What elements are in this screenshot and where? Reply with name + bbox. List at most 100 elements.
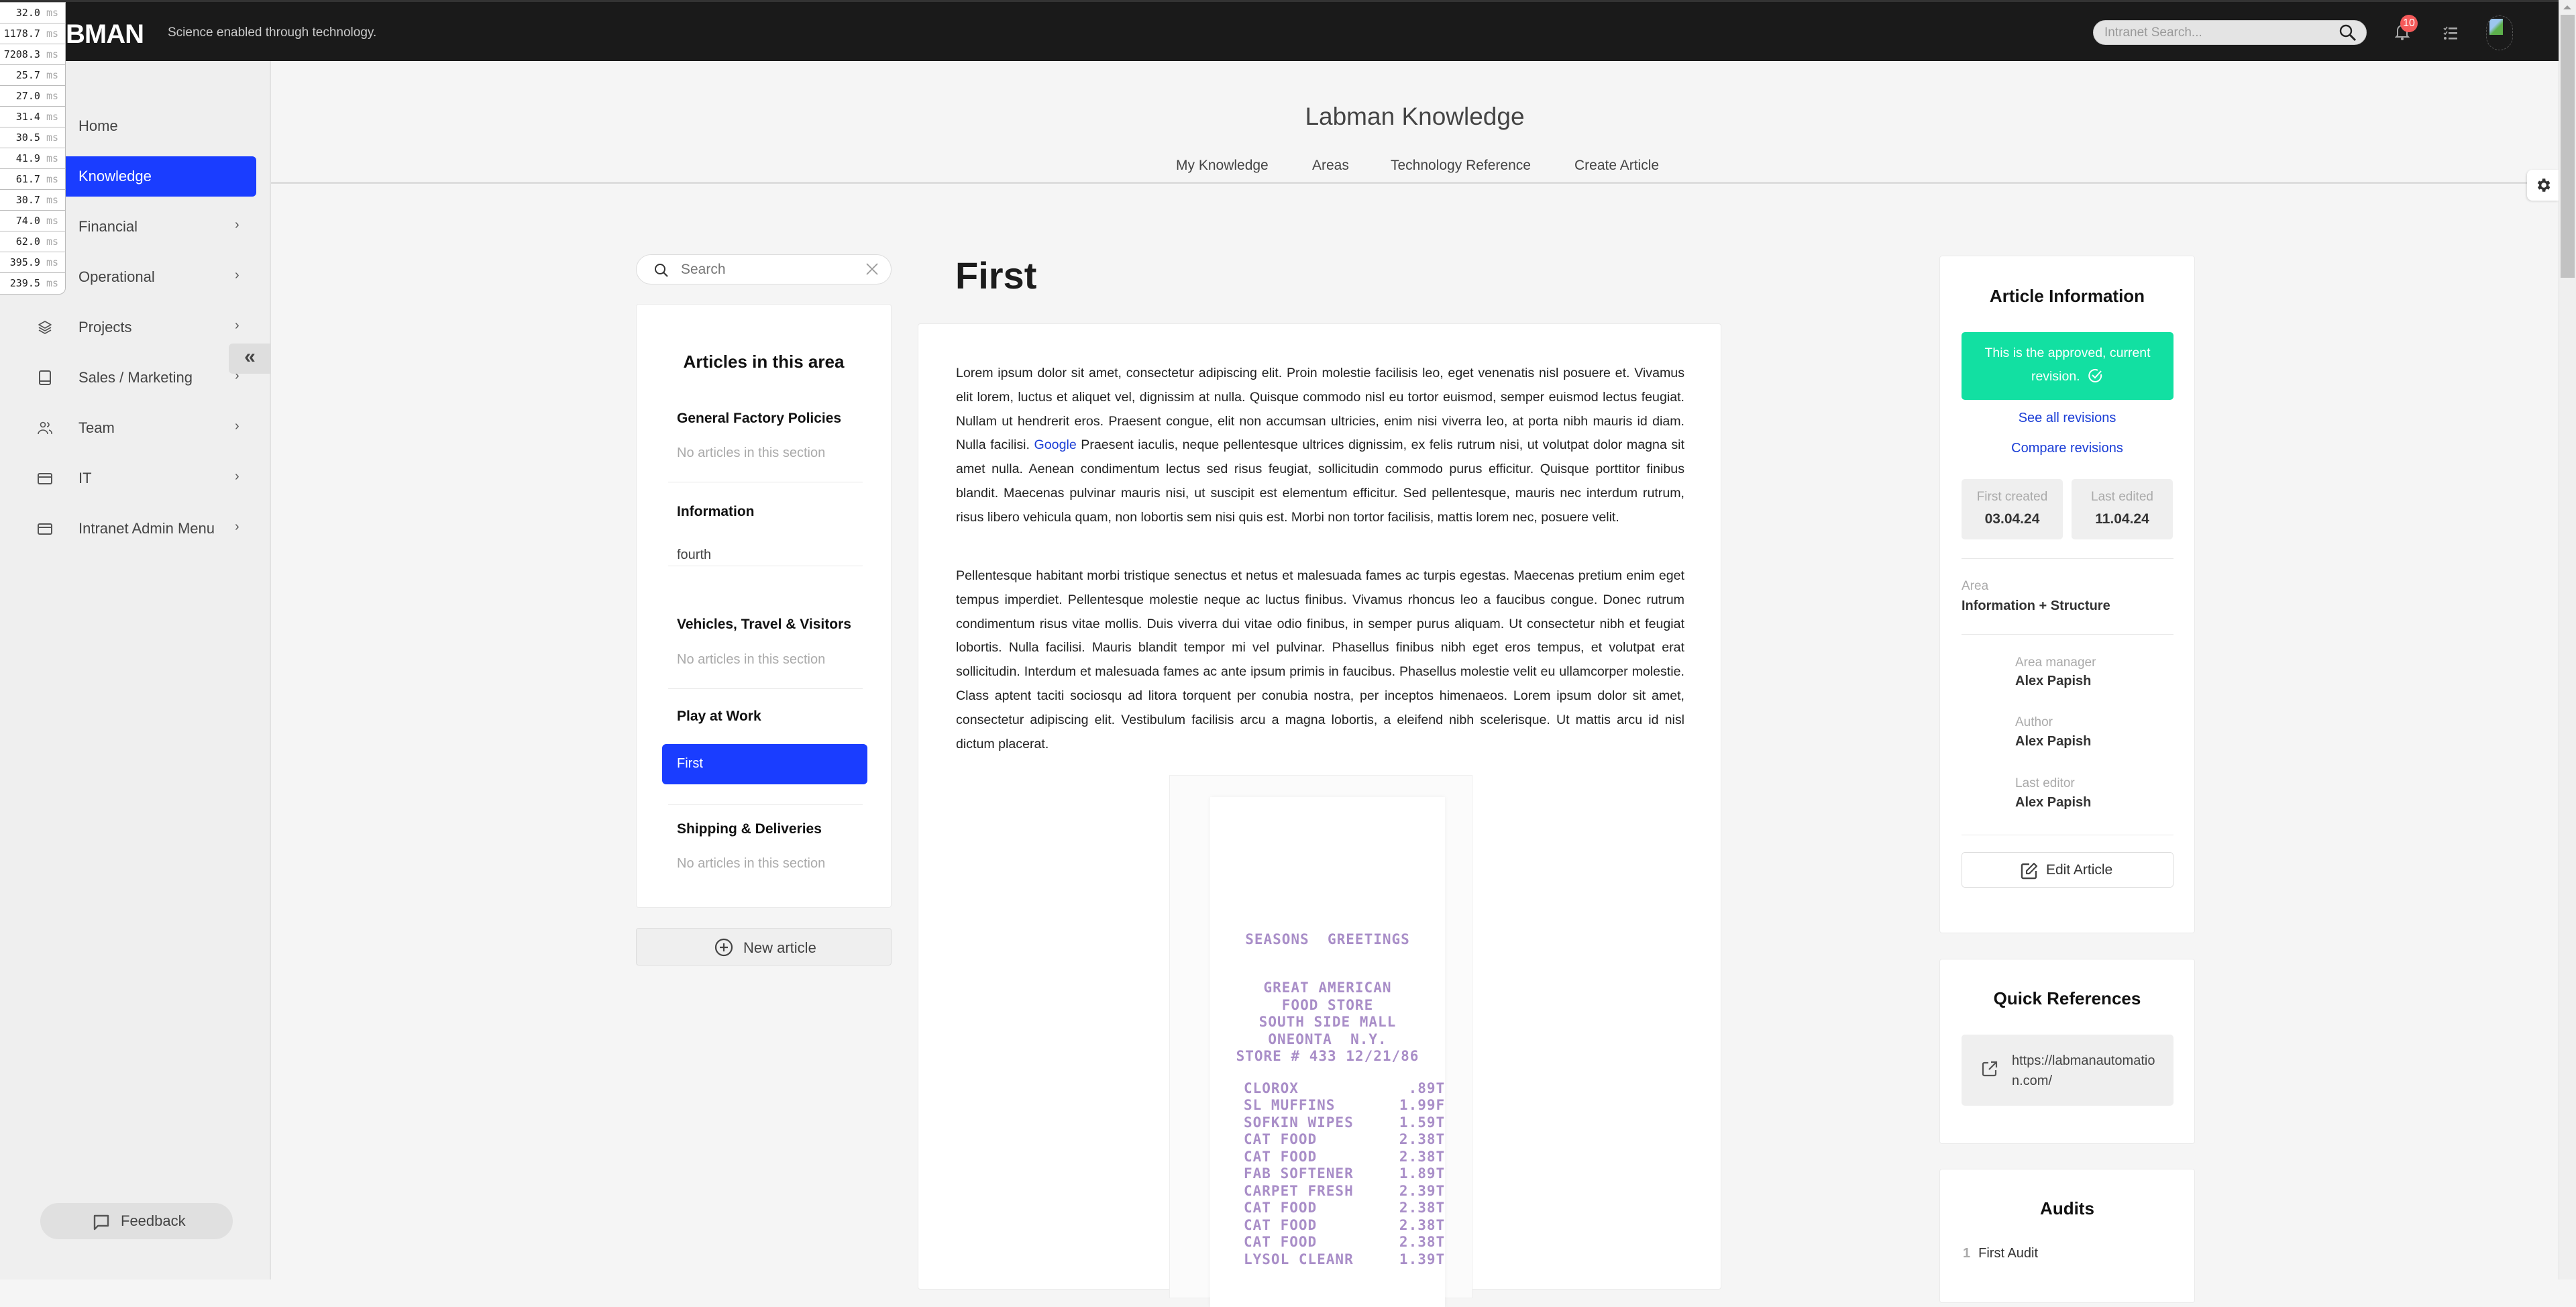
tab-create-article[interactable]: Create Article	[1574, 158, 1659, 174]
audits-panel: Audits 1 First Audit	[1939, 1169, 2195, 1303]
section-title: Vehicles, Travel & Visitors	[677, 617, 851, 632]
article-search[interactable]	[636, 254, 892, 284]
clear-icon[interactable]	[865, 262, 879, 280]
scrollbar-thumb[interactable]	[2561, 15, 2575, 278]
section-empty-text: No articles in this section	[677, 856, 826, 871]
receipt-line: CAT FOOD 2.38T	[1244, 1216, 1446, 1233]
section-title: Shipping & Deliveries	[677, 821, 822, 837]
article-title: First	[955, 254, 1037, 297]
receipt-line: CAT FOOD 2.38T	[1244, 1234, 1446, 1250]
perf-timing-row: 74.0 ms	[0, 211, 65, 231]
task-list-icon[interactable]	[2443, 26, 2458, 44]
first-created-label: First created	[1976, 490, 2048, 504]
perf-timing-value: 62.0	[15, 236, 46, 248]
perf-timing-unit: ms	[46, 132, 58, 144]
sidebar-item-label: Home	[78, 117, 118, 134]
area-value: Information + Structure	[1962, 598, 2110, 613]
new-article-button[interactable]: New article	[636, 928, 892, 965]
articles-panel-title: Articles in this area	[683, 352, 845, 372]
receipt-image: SEASONS GREETINGS GREAT AMERICAN FOOD STOR…	[1169, 775, 1472, 1307]
feedback-button[interactable]: Feedback	[40, 1203, 233, 1239]
receipt-line: CAT FOOD 2.38T	[1244, 1148, 1446, 1165]
perf-timing-unit: ms	[46, 277, 58, 289]
page-scrollbar[interactable]	[2559, 0, 2576, 1279]
perf-timing-value: 30.7	[15, 194, 46, 206]
users-icon	[37, 420, 53, 436]
search-icon[interactable]	[2339, 24, 2357, 45]
perf-timing-value: 41.9	[15, 152, 46, 164]
book-icon	[37, 370, 53, 386]
receipt-line: CARPET FRESH 2.39T	[1244, 1182, 1446, 1199]
author-label: Author	[2015, 715, 2053, 729]
edit-icon	[2020, 861, 2039, 884]
chat-bubble-icon	[93, 1214, 110, 1235]
tab-technology-reference[interactable]: Technology Reference	[1391, 158, 1531, 174]
sidebar-item-intranet-admin-menu[interactable]: Intranet Admin Menu ›	[0, 509, 256, 549]
google-link[interactable]: Google	[1034, 437, 1077, 452]
perf-timing-unit: ms	[46, 152, 58, 164]
perf-timing-row: 31.4 ms	[0, 107, 65, 127]
chevron-right-icon: ›	[235, 318, 239, 333]
sidebar-item-label: Knowledge	[78, 168, 152, 185]
chevron-right-icon: ›	[235, 268, 239, 282]
receipt-line: CAT FOOD 2.38T	[1244, 1131, 1446, 1147]
intranet-search[interactable]	[2093, 20, 2367, 45]
perf-timing-value: 31.4	[15, 111, 46, 123]
perf-timing-unit: ms	[46, 215, 58, 227]
quick-reference-link[interactable]: https://labmanautomation.com/	[1962, 1035, 2174, 1106]
last-edited-label: Last edited	[2091, 490, 2153, 504]
sidebar-item-team[interactable]: Team ›	[0, 408, 256, 448]
receipt-line: FAB SOFTENER 1.89T	[1244, 1165, 1446, 1182]
articles-panel: Articles in this area General Factory Po…	[636, 304, 892, 908]
broken-image-icon	[2489, 19, 2503, 35]
sidebar-item-sales-marketing[interactable]: Sales / Marketing ›	[0, 358, 256, 398]
sidebar-item-projects[interactable]: Projects ›	[0, 307, 256, 348]
section-divider	[668, 804, 863, 805]
logo[interactable]: BMAN	[66, 19, 144, 50]
quick-reference-url: https://labmanautomation.com/	[2012, 1053, 2155, 1088]
perf-timing-value: 1178.7	[3, 28, 46, 40]
perf-timing-unit: ms	[46, 236, 58, 248]
intranet-search-input[interactable]	[2104, 23, 2326, 42]
quick-references-title: Quick References	[1993, 988, 2141, 1008]
section-title: Play at Work	[677, 709, 761, 724]
sidebar-item-label: Sales / Marketing	[78, 369, 193, 386]
settings-button[interactable]	[2527, 170, 2559, 201]
perf-timing-value: 239.5	[9, 277, 46, 289]
receipt-line: CLOROX .89T	[1244, 1080, 1446, 1096]
last-editor-label: Last editor	[2015, 776, 2075, 790]
top-bar: BMAN Science enabled through technology.…	[0, 0, 2559, 61]
collapse-sidebar-button[interactable]: «	[229, 344, 271, 374]
perf-timing-value: 30.5	[15, 132, 46, 144]
perf-timing-value: 32.0	[15, 7, 46, 19]
scroll-up-arrow-icon[interactable]	[2563, 5, 2571, 9]
performance-overlay: 32.0 ms 1178.7 ms 7208.3 ms 25.7 ms 27.0 ms 3…	[0, 2, 66, 295]
receipt-line: SOFKIN WIPES 1.59T	[1244, 1114, 1446, 1131]
section-title: Information	[677, 504, 755, 519]
receipt-line: LYSOL CLEANR 1.39T	[1244, 1251, 1446, 1267]
audit-item[interactable]: 1 First Audit	[1963, 1246, 2038, 1261]
see-all-revisions-link[interactable]: See all revisions	[1940, 411, 2194, 426]
gear-icon	[2537, 178, 2551, 192]
receipt-line: SOUTH SIDE MALL	[1258, 1014, 1397, 1030]
article-paragraph: Pellentesque habitant morbi tristique se…	[956, 568, 1684, 751]
article-link-label: First	[677, 756, 703, 771]
tab-my-knowledge[interactable]: My Knowledge	[1176, 158, 1269, 174]
edit-article-button[interactable]: Edit Article	[1962, 852, 2174, 888]
notification-badge: 10	[2400, 15, 2418, 32]
section-empty-text: No articles in this section	[677, 652, 826, 667]
chevron-right-icon: ›	[235, 419, 239, 433]
perf-timing-row: 32.0 ms	[0, 3, 65, 23]
tab-areas[interactable]: Areas	[1312, 158, 1349, 174]
article-link-fourth[interactable]: fourth	[677, 547, 711, 563]
user-avatar[interactable]	[2486, 15, 2513, 50]
perf-timing-row: 239.5 ms	[0, 273, 65, 294]
perf-timing-value: 61.7	[15, 173, 46, 185]
perf-timing-unit: ms	[46, 28, 58, 40]
sidebar-item-it[interactable]: IT ›	[0, 458, 256, 499]
perf-timing-value: 25.7	[15, 69, 46, 81]
article-link-first-active[interactable]: First	[662, 744, 867, 784]
article-search-input[interactable]	[681, 260, 849, 279]
perf-timing-unit: ms	[46, 7, 58, 19]
compare-revisions-link[interactable]: Compare revisions	[1940, 441, 2194, 456]
